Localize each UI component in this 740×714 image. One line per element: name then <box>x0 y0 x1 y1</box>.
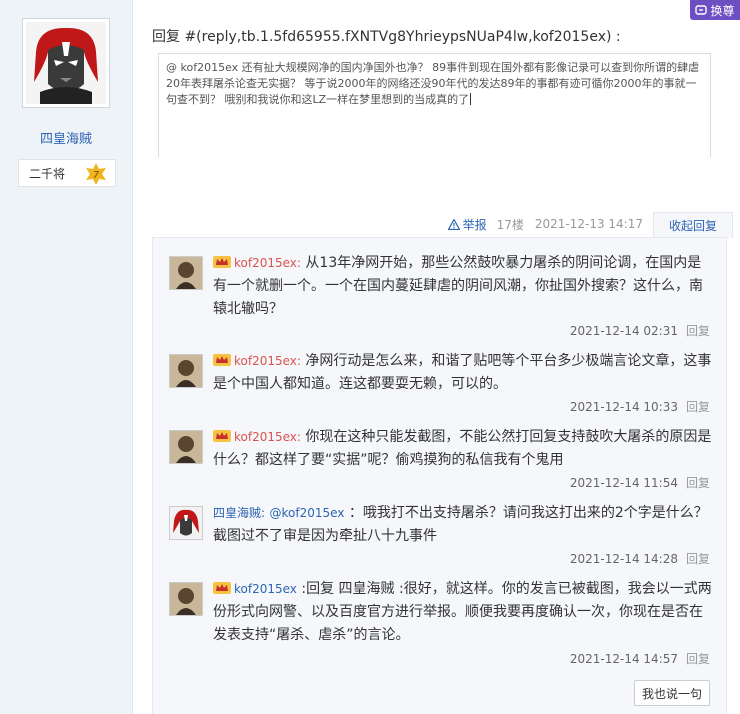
sub-footer: 2021-12-14 10:33 回复 <box>570 398 710 415</box>
sub-footer: 2021-12-14 11:54 回复 <box>570 474 710 491</box>
switch-icon <box>695 5 708 15</box>
sub-footer: 2021-12-14 14:57 回复 <box>570 650 710 667</box>
sub-time: 2021-12-14 11:54 <box>569 476 678 490</box>
list-item: 四皇海贼: @kof2015ex ：哦我打不出支持屠杀？请问我这打出来的2个字是… <box>153 502 726 570</box>
switch-button[interactable]: 换尊 <box>690 0 740 20</box>
switch-label: 换尊 <box>710 3 735 18</box>
level-badge-icon: 7 <box>86 163 106 185</box>
report-button[interactable]: 举报 <box>447 216 487 233</box>
sub-time: 2021-12-14 10:33 <box>569 400 678 414</box>
sub-reply-button[interactable]: 回复 <box>686 552 710 566</box>
sub-reply-body: kof2015ex: 净网行动是怎么来，和谐了贴吧等个平台多少极端言论文章，这事… <box>213 353 712 392</box>
sub-author[interactable]: kof2015ex <box>234 256 297 270</box>
sub-avatar[interactable] <box>169 256 203 290</box>
sub-footer: 2021-12-14 14:28 回复 <box>570 550 710 567</box>
sub-reply-body: kof2015ex: 从13年净网开始，那些公然鼓吹暴力屠杀的阴间论调，在国内是… <box>213 255 703 317</box>
vip-crown-icon <box>213 430 231 442</box>
post-main: 换尊 回复 #(reply,tb.1.5fd65955.fXNTVg8Yhrie… <box>133 0 740 714</box>
report-label: 举报 <box>462 217 487 232</box>
sub-reply-body: 四皇海贼: @kof2015ex ：哦我打不出支持屠杀？请问我这打出来的2个字是… <box>213 505 708 544</box>
sub-author[interactable]: kof2015ex <box>234 582 297 596</box>
sub-author[interactable]: 四皇海贼 <box>213 506 261 520</box>
text-cursor <box>470 93 472 105</box>
avatar-image <box>170 355 202 387</box>
vip-crown-icon <box>213 354 231 366</box>
sub-reply-target[interactable]: 四皇海贼 <box>339 581 395 597</box>
sub-reply-button[interactable]: 回复 <box>686 400 710 414</box>
post-meta: 举报 17楼 2021-12-13 14:17 收起回复 <box>133 212 733 238</box>
vip-crown-icon <box>213 256 231 268</box>
post-time: 2021-12-13 14:17 <box>534 217 643 231</box>
sub-reply-button[interactable]: 回复 <box>686 652 710 666</box>
user-level: 二千将 7 <box>18 159 116 187</box>
list-item: kof2015ex: 从13年净网开始，那些公然鼓吹暴力屠杀的阴间论调，在国内是… <box>153 252 726 342</box>
sub-reply-body: kof2015ex: 你现在这种只能发截图，不能公然打回复支持鼓吹大屠杀的原因是… <box>213 429 712 468</box>
reply-text: @ kof2015ex 还有扯大规模网净的国内净国外也净？ 89事件到现在国外都… <box>166 61 700 106</box>
sub-footer: 2021-12-14 02:31 回复 <box>570 322 710 339</box>
floor-number: 17楼 <box>496 217 524 232</box>
sub-reply-body: kof2015ex :回复 四皇海贼 :很好，就这样。你的发言已被截图，我会以一… <box>213 578 713 647</box>
avatar-image <box>170 583 202 615</box>
user-sidebar: 四皇海贼 二千将 7 <box>0 0 133 714</box>
user-avatar[interactable] <box>22 18 110 108</box>
list-item: kof2015ex :回复 四皇海贼 :很好，就这样。你的发言已被截图，我会以一… <box>153 578 726 670</box>
reply-title: 回复 #(reply,tb.1.5fd65955.fXNTVg8Yhrieyps… <box>152 29 621 45</box>
user-name[interactable]: 四皇海贼 <box>0 128 132 147</box>
i-say-button[interactable]: 我也说一句 <box>634 680 710 706</box>
sub-reply-prefix: :回复 <box>301 581 335 597</box>
sub-mention[interactable]: @kof2015ex <box>270 506 345 520</box>
sub-reply-panel: kof2015ex: 从13年净网开始，那些公然鼓吹暴力屠杀的阴间论调，在国内是… <box>152 237 727 714</box>
list-item: kof2015ex: 净网行动是怎么来，和谐了贴吧等个平台多少极端言论文章，这事… <box>153 350 726 418</box>
avatar-image <box>170 431 202 463</box>
warning-icon <box>447 218 460 230</box>
sub-avatar[interactable] <box>169 354 203 388</box>
level-title: 二千将 <box>29 166 66 181</box>
sub-author[interactable]: kof2015ex <box>234 354 297 368</box>
avatar-image <box>170 507 202 539</box>
avatar-image <box>170 257 202 289</box>
sub-avatar[interactable] <box>169 582 203 616</box>
svg-text:7: 7 <box>93 170 100 181</box>
collapse-replies-button[interactable]: 收起回复 <box>653 212 733 238</box>
list-item: kof2015ex: 你现在这种只能发截图，不能公然打回复支持鼓吹大屠杀的原因是… <box>153 426 726 494</box>
sub-time: 2021-12-14 02:31 <box>569 324 678 338</box>
sub-time: 2021-12-14 14:28 <box>569 552 678 566</box>
sub-reply-button[interactable]: 回复 <box>686 324 710 338</box>
sub-reply-button[interactable]: 回复 <box>686 476 710 490</box>
sub-avatar[interactable] <box>169 430 203 464</box>
sub-time: 2021-12-14 14:57 <box>569 652 678 666</box>
sub-author[interactable]: kof2015ex <box>234 430 297 444</box>
avatar-image <box>26 22 106 104</box>
sub-avatar[interactable] <box>169 506 203 540</box>
vip-crown-icon <box>213 582 231 594</box>
reply-textarea[interactable]: @ kof2015ex 还有扯大规模网净的国内净国外也净？ 89事件到现在国外都… <box>158 53 711 157</box>
